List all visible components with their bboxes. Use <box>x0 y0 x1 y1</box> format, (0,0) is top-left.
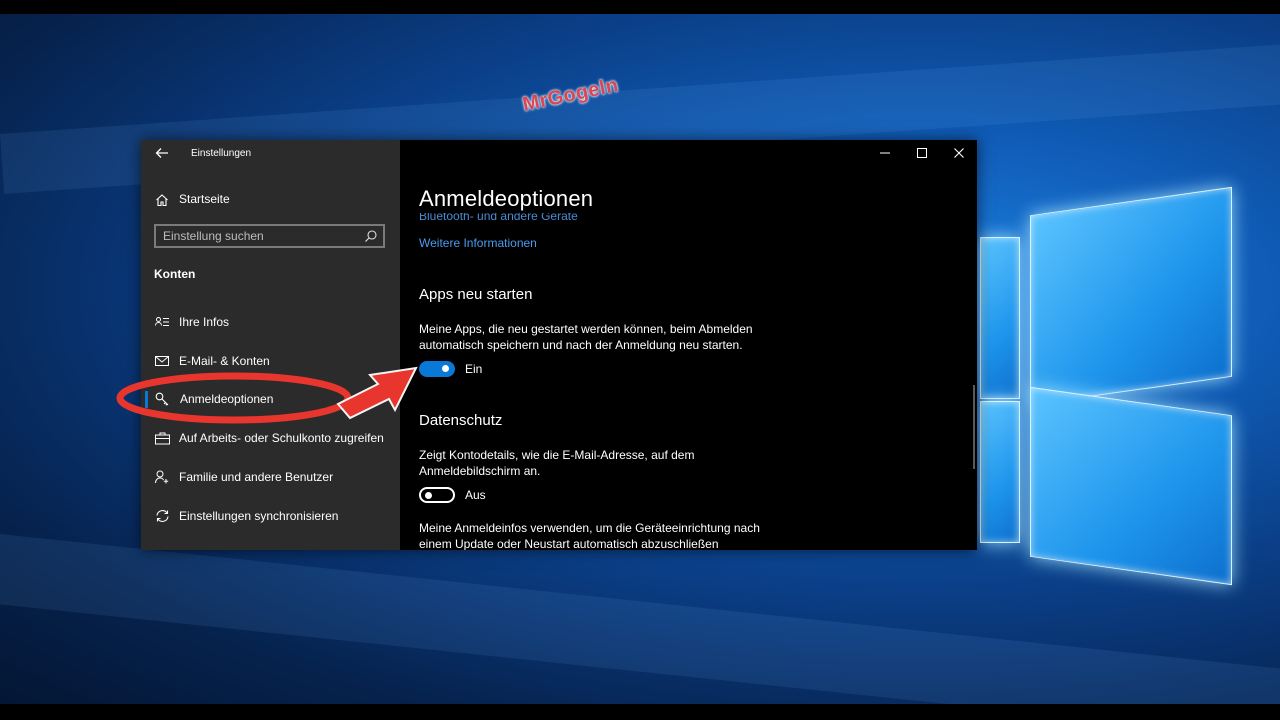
sidebar-item-label: E-Mail- & Konten <box>179 354 270 368</box>
content-pane: Anmeldeoptionen Bluetooth- und andere Ge… <box>400 140 977 550</box>
logo-pane <box>1030 386 1232 586</box>
more-info-link[interactable]: Weitere Informationen <box>419 236 537 250</box>
toggle-knob <box>442 365 449 372</box>
person-add-icon <box>154 469 170 485</box>
signin-info-description: Meine Anmeldeinfos verwenden, um die Ger… <box>419 521 760 550</box>
maximize-button[interactable] <box>903 140 940 168</box>
sidebar-item-arbeitskonto[interactable]: Auf Arbeits- oder Schulkonto zugreifen <box>141 423 400 453</box>
sidebar-item-label: Anmeldeoptionen <box>180 392 274 406</box>
clipped-link-text[interactable]: Bluetooth- und andere Geräte <box>419 213 578 222</box>
apps-restart-toggle-label: Ein <box>465 362 483 376</box>
privacy-description: Zeigt Kontodetails, wie die E-Mail-Adres… <box>419 448 695 478</box>
briefcase-icon <box>154 430 170 446</box>
sidebar-item-synchronisieren[interactable]: Einstellungen synchronisieren <box>141 501 400 531</box>
sidebar-item-label: Auf Arbeits- oder Schulkonto zugreifen <box>179 431 384 445</box>
minimize-icon <box>879 145 890 163</box>
privacy-toggle[interactable] <box>419 487 455 503</box>
sidebar-item-label: Familie und andere Benutzer <box>179 470 334 484</box>
clipped-link-label: Bluetooth- und andere Geräte <box>419 213 578 222</box>
person-card-icon <box>154 314 170 330</box>
search-field[interactable] <box>154 224 385 248</box>
minimize-button[interactable] <box>866 140 903 168</box>
sidebar-item-label: Ihre Infos <box>179 315 230 329</box>
settings-window: Einstellungen Startseite Konten Ihre Inf… <box>141 140 977 550</box>
window-controls <box>866 140 977 168</box>
home-icon <box>154 192 170 208</box>
scrollbar[interactable] <box>973 385 975 469</box>
apps-restart-description: Meine Apps, die neu gestartet werden kön… <box>419 322 753 352</box>
page-title: Anmeldeoptionen <box>419 186 594 211</box>
logo-pane <box>980 237 1020 399</box>
sidebar: Einstellungen Startseite Konten Ihre Inf… <box>141 140 400 550</box>
apps-restart-heading: Apps neu starten <box>419 286 533 303</box>
mail-icon <box>154 353 170 369</box>
sidebar-item-email-konten[interactable]: E-Mail- & Konten <box>141 346 400 376</box>
sidebar-item-label: Einstellungen synchronisieren <box>179 509 339 523</box>
search-icon[interactable] <box>364 229 378 243</box>
close-icon <box>953 145 964 163</box>
section-heading: Konten <box>154 267 196 281</box>
nav-home[interactable]: Startseite <box>141 186 400 212</box>
search-input[interactable] <box>163 228 358 244</box>
close-button[interactable] <box>940 140 977 168</box>
apps-restart-toggle[interactable] <box>419 361 455 377</box>
key-icon <box>154 391 170 407</box>
privacy-toggle-label: Aus <box>465 488 486 502</box>
app-title: Einstellungen <box>191 148 252 159</box>
nav-home-label: Startseite <box>179 192 230 206</box>
sidebar-item-familie[interactable]: Familie und andere Benutzer <box>141 462 400 492</box>
maximize-icon <box>916 145 927 163</box>
toggle-knob <box>425 492 432 499</box>
sidebar-item-ihre-infos[interactable]: Ihre Infos <box>141 307 400 337</box>
logo-pane <box>980 401 1020 543</box>
sidebar-item-anmeldeoptionen[interactable]: Anmeldeoptionen <box>141 384 400 414</box>
back-arrow-icon[interactable] <box>155 146 171 162</box>
logo-pane <box>1030 186 1232 406</box>
privacy-heading: Datenschutz <box>419 412 503 429</box>
sync-icon <box>154 508 170 524</box>
